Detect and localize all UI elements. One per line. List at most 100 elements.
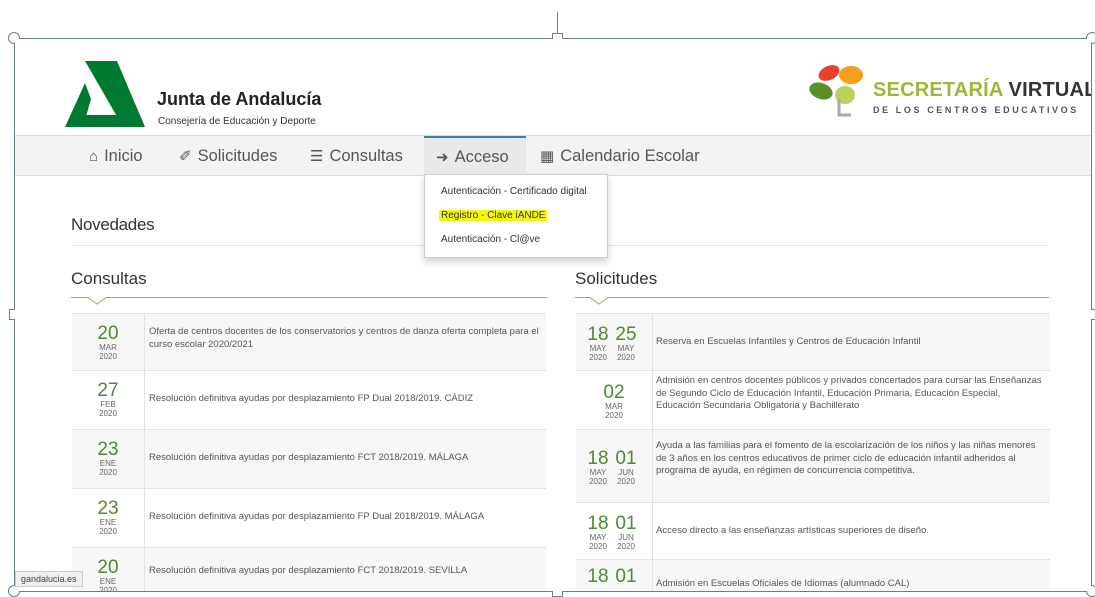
date: 20 ENE 2020: [88, 558, 128, 591]
home-icon: ⌂: [89, 148, 99, 165]
site-header: Junta de Andalucía Consejería de Educaci…: [15, 39, 1091, 135]
list-icon: ☰: [310, 148, 324, 165]
date: 18 MAY 2020: [584, 449, 612, 486]
date-year: 2020: [99, 409, 117, 418]
item-text[interactable]: Acceso directo a las enseñanzas artístic…: [656, 525, 1046, 538]
pencil-icon: ✐: [179, 148, 192, 165]
list-item[interactable]: 18 01 Admisión en Escuelas Oficiales de Id…: [576, 560, 1050, 591]
calendar-icon: ▦: [540, 148, 555, 165]
nav-consultas[interactable]: ☰ Consultas: [310, 136, 403, 175]
item-text[interactable]: Ayuda a las familias para el fomento de …: [656, 440, 1046, 478]
org-name: Junta de Andalucía: [157, 89, 322, 109]
item-text[interactable]: Resolución definitiva ayudas por desplaz…: [149, 393, 539, 406]
menu-item-registro-clave-iande[interactable]: Registro - Clave iANDE: [439, 210, 548, 221]
date-year: 2020: [617, 353, 635, 362]
list-item[interactable]: 20 ENE 2020 Resolución definitiva ayudas po…: [72, 548, 546, 591]
date-month: MAY: [589, 344, 607, 353]
date-column: 20 ENE 2020: [72, 548, 145, 591]
sv-title-part2: VIRTUAL: [1008, 79, 1091, 101]
date-day: 27: [97, 380, 119, 401]
date-month: MAY: [617, 344, 635, 353]
nav-inicio[interactable]: ⌂ Inicio: [89, 136, 143, 175]
date-month: MAY: [589, 468, 607, 477]
solicitudes-underline: [575, 297, 1049, 298]
nav-acceso[interactable]: ➜ Acceso: [424, 136, 526, 173]
junta-andalucia-logo[interactable]: [65, 53, 145, 131]
chevron-down-icon: [87, 297, 107, 305]
date-year: 2020: [99, 586, 117, 591]
solicitudes-list: 18 MAY 2020 25 MAY 2020 Reserva en Escuelas In…: [576, 313, 1050, 591]
sv-title-part1: SECRETARÍA: [873, 79, 1009, 101]
chevron-down-icon: [589, 297, 609, 305]
nav-consultas-label: Consultas: [329, 147, 403, 165]
list-item[interactable]: 23 ENE 2020 Resolución definitiva ayudas po…: [72, 489, 546, 548]
date-day: 18: [587, 566, 609, 587]
date-year: 2020: [99, 468, 117, 477]
date-year: 2020: [99, 352, 117, 361]
date-day: 18: [587, 448, 609, 469]
nav-calendario-label: Calendario Escolar: [560, 147, 700, 165]
item-text[interactable]: Resolución definitiva ayudas por desplaz…: [149, 511, 539, 524]
date: 25 MAY 2020: [612, 325, 640, 362]
item-text[interactable]: Admisión en centros docentes públicos y …: [656, 375, 1046, 413]
org-subtitle: Consejería de Educación y Deporte: [158, 116, 316, 127]
list-item[interactable]: 18 MAY 2020 01 JUN 2020 Acceso directo a las e…: [576, 503, 1050, 560]
nav-calendario[interactable]: ▦ Calendario Escolar: [540, 136, 700, 175]
date-column: 27 FEB 2020: [72, 371, 145, 429]
item-text[interactable]: Resolución definitiva ayudas por desplaz…: [149, 565, 539, 578]
nav-acceso-label: Acceso: [454, 148, 509, 166]
date-day: 01: [615, 513, 637, 534]
date-month: ENE: [99, 577, 117, 586]
date: 18 MAY 2020: [584, 514, 612, 551]
nav-solicitudes-label: Solicitudes: [197, 147, 278, 165]
secretaria-virtual-logo-icon: [809, 65, 863, 117]
date-year: 2020: [589, 477, 607, 486]
menu-item-certificado-digital[interactable]: Autenticación - Certificado digital: [441, 186, 587, 197]
date-year: 2020: [589, 542, 607, 551]
date: 18: [584, 567, 612, 586]
item-text[interactable]: Admisión en Escuelas Oficiales de Idioma…: [656, 578, 1046, 591]
item-text[interactable]: Oferta de centros docentes de los conser…: [149, 326, 539, 351]
list-item[interactable]: 18 MAY 2020 01 JUN 2020 Ayuda a las familias p…: [576, 430, 1050, 503]
date-column: 18 01: [576, 560, 653, 591]
date-day: 01: [615, 448, 637, 469]
date: 02 MAR 2020: [594, 383, 634, 420]
item-text[interactable]: Reserva en Escuelas Infantiles y Centros…: [656, 336, 1046, 349]
nav-inicio-label: Inicio: [104, 147, 143, 165]
list-item[interactable]: 18 MAY 2020 25 MAY 2020 Reserva en Escuelas In…: [576, 314, 1050, 371]
menu-item-clave[interactable]: Autenticación - Cl@ve: [441, 234, 540, 245]
date-month: MAR: [99, 343, 117, 352]
date: 01 JUN 2020: [612, 514, 640, 551]
date-day: 20: [97, 323, 119, 344]
date-day: 18: [587, 513, 609, 534]
date-month: JUN: [618, 468, 634, 477]
date: 20 MAR 2020: [88, 324, 128, 361]
date-month: MAR: [605, 402, 623, 411]
sign-in-icon: ➜: [436, 149, 449, 166]
list-item[interactable]: 23 ENE 2020 Resolución definitiva ayudas po…: [72, 430, 546, 489]
novedades-heading: Novedades: [71, 215, 155, 234]
date-day: 20: [97, 557, 119, 578]
date: 18 MAY 2020: [584, 325, 612, 362]
highlighted-text: Registro - Clave iANDE: [439, 210, 548, 221]
consultas-list: 20 MAR 2020 Oferta de centros docentes de l…: [72, 313, 546, 591]
list-item[interactable]: 20 MAR 2020 Oferta de centros docentes de l…: [72, 314, 546, 371]
acceso-dropdown-menu: Autenticación - Certificado digital Regi…: [424, 174, 608, 258]
list-item[interactable]: 02 MAR 2020 Admisión en centros docentes pú…: [576, 371, 1050, 430]
date-year: 2020: [589, 353, 607, 362]
date-year: 2020: [617, 477, 635, 486]
date-day: 01: [615, 566, 637, 587]
date-column: 18 MAY 2020 25 MAY 2020: [576, 314, 653, 370]
date-month: ENE: [99, 518, 117, 527]
secretaria-virtual-title: SECRETARÍA VIRTUAL: [873, 79, 1091, 102]
date: 01 JUN 2020: [612, 449, 640, 486]
list-item[interactable]: 27 FEB 2020 Resolución definitiva ayudas po…: [72, 371, 546, 430]
item-text[interactable]: Resolución definitiva ayudas por desplaz…: [149, 452, 539, 465]
nav-solicitudes[interactable]: ✐ Solicitudes: [179, 136, 277, 175]
consultas-heading: Consultas: [71, 269, 147, 288]
date-day: 18: [587, 324, 609, 345]
date-day: 02: [603, 382, 625, 403]
status-bar-url: gandalucia.es: [15, 571, 83, 587]
date-column: 18 MAY 2020 01 JUN 2020: [576, 503, 653, 559]
date-month: MAY: [589, 533, 607, 542]
